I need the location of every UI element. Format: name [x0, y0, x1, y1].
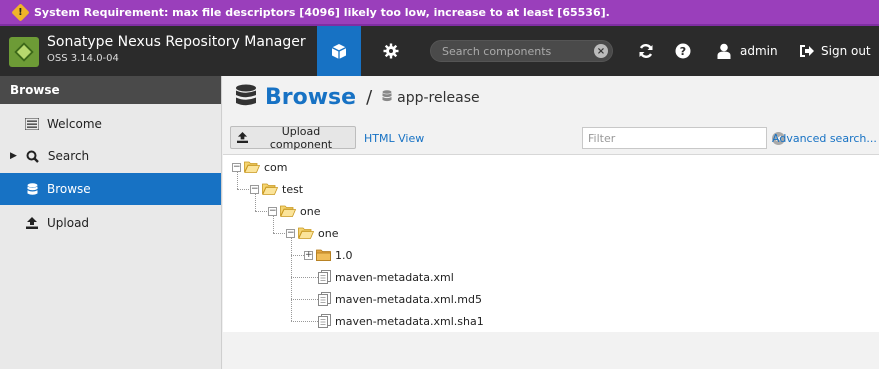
folder-closed-icon [316, 249, 331, 261]
tree-node-file[interactable]: maven-metadata.xml.md5 [318, 290, 482, 308]
folder-open-icon [280, 205, 296, 217]
database-icon [235, 84, 257, 111]
file-icon [318, 270, 331, 284]
collapse-toggle-icon[interactable]: − [250, 184, 259, 194]
tree-node-label: one [318, 226, 339, 240]
collapse-toggle-icon[interactable]: − [268, 206, 277, 216]
sign-out-label[interactable]: Sign out [821, 44, 871, 58]
warning-icon: ! [11, 2, 30, 22]
collapse-toggle-icon[interactable]: − [232, 162, 241, 172]
help-icon: ? [675, 43, 691, 59]
app-header: Sonatype Nexus Repository Manager OSS 3.… [0, 26, 879, 76]
repository-tree: − com − test − one − one + 1.0 maven-met… [223, 154, 879, 332]
filter-field[interactable]: × [582, 127, 785, 149]
sidebar-header: Browse [0, 76, 221, 104]
cube-icon [331, 43, 347, 59]
tree-node-label: 1.0 [335, 248, 353, 262]
upload-icon [237, 132, 248, 143]
file-icon [318, 314, 331, 328]
upload-component-button[interactable]: Upload component [230, 124, 356, 151]
clear-search-icon[interactable]: × [594, 44, 608, 58]
sidebar-item-label: Browse [47, 182, 91, 196]
folder-open-icon [298, 227, 314, 239]
app-name: Sonatype Nexus Repository Manager [47, 34, 306, 50]
username-label[interactable]: admin [740, 44, 778, 58]
sidebar-item-label: Welcome [47, 117, 102, 131]
sidebar-item-search[interactable]: ▶ Search [0, 140, 221, 172]
tree-node-label: one [300, 204, 321, 218]
upload-icon [24, 217, 40, 229]
folder-open-icon [262, 183, 278, 195]
page-title[interactable]: Browse [265, 85, 356, 110]
sidebar-item-label: Search [47, 149, 90, 163]
tree-node-version[interactable]: + 1.0 [304, 246, 353, 264]
database-icon [24, 182, 40, 196]
sidebar-item-browse[interactable]: Browse [0, 173, 221, 205]
app-version: OSS 3.14.0-04 [47, 53, 119, 65]
signout-button[interactable] [797, 41, 817, 61]
tree-node-label: test [282, 182, 304, 196]
expand-toggle-icon[interactable]: + [304, 250, 313, 260]
help-button[interactable]: ? [673, 41, 693, 61]
browse-mode-button[interactable] [317, 26, 361, 76]
svg-text:?: ? [680, 45, 686, 58]
tree-node-label: com [264, 160, 288, 174]
refresh-icon [639, 44, 653, 58]
admin-mode-button[interactable] [369, 26, 413, 76]
sign-out-icon [800, 45, 814, 57]
nexus-logo-icon[interactable] [9, 37, 39, 67]
search-components-input[interactable] [440, 43, 590, 59]
component-search[interactable]: × [430, 40, 613, 62]
system-warning-banner: ! System Requirement: max file descripto… [0, 0, 879, 26]
tree-node-file[interactable]: maven-metadata.xml.sha1 [318, 312, 484, 330]
refresh-button[interactable] [636, 41, 656, 61]
tree-node-one-nested[interactable]: − one [286, 224, 338, 242]
repository-name: app-release [397, 89, 480, 106]
warning-text: System Requirement: max file descriptors… [34, 5, 610, 19]
filter-input[interactable] [583, 130, 733, 146]
html-view-link[interactable]: HTML View [364, 132, 424, 145]
tree-node-one[interactable]: − one [268, 202, 320, 220]
brand: Sonatype Nexus Repository Manager OSS 3.… [47, 34, 306, 65]
tree-node-label: maven-metadata.xml.md5 [335, 292, 482, 306]
user-icon [717, 43, 731, 59]
main-content: Browse / app-release Upload component HT… [223, 76, 879, 369]
upload-component-label: Upload component [269, 124, 333, 151]
list-icon [24, 118, 40, 130]
search-icon [25, 150, 41, 163]
tree-node-com[interactable]: − com [232, 158, 288, 176]
advanced-search-link[interactable]: Advanced search... [772, 132, 877, 145]
sidebar-item-upload[interactable]: Upload [0, 207, 221, 239]
repository-icon [382, 90, 392, 105]
sidebar-item-label: Upload [47, 216, 90, 230]
tree-node-test[interactable]: − test [250, 180, 303, 198]
tree-node-label: maven-metadata.xml [335, 270, 454, 284]
sidebar-item-welcome[interactable]: Welcome [0, 108, 221, 140]
breadcrumb-separator: / [366, 87, 373, 108]
sidebar: Browse Welcome ▶ Search Browse Upload [0, 76, 222, 369]
folder-open-icon [244, 161, 260, 173]
file-icon [318, 292, 331, 306]
expand-arrow-icon[interactable]: ▶ [10, 151, 17, 161]
tree-node-label: maven-metadata.xml.sha1 [335, 314, 484, 328]
tree-node-file[interactable]: maven-metadata.xml [318, 268, 454, 286]
collapse-toggle-icon[interactable]: − [286, 228, 295, 238]
user-button[interactable] [714, 41, 734, 61]
gear-icon [383, 43, 399, 59]
breadcrumb: Browse / app-release [235, 84, 480, 111]
